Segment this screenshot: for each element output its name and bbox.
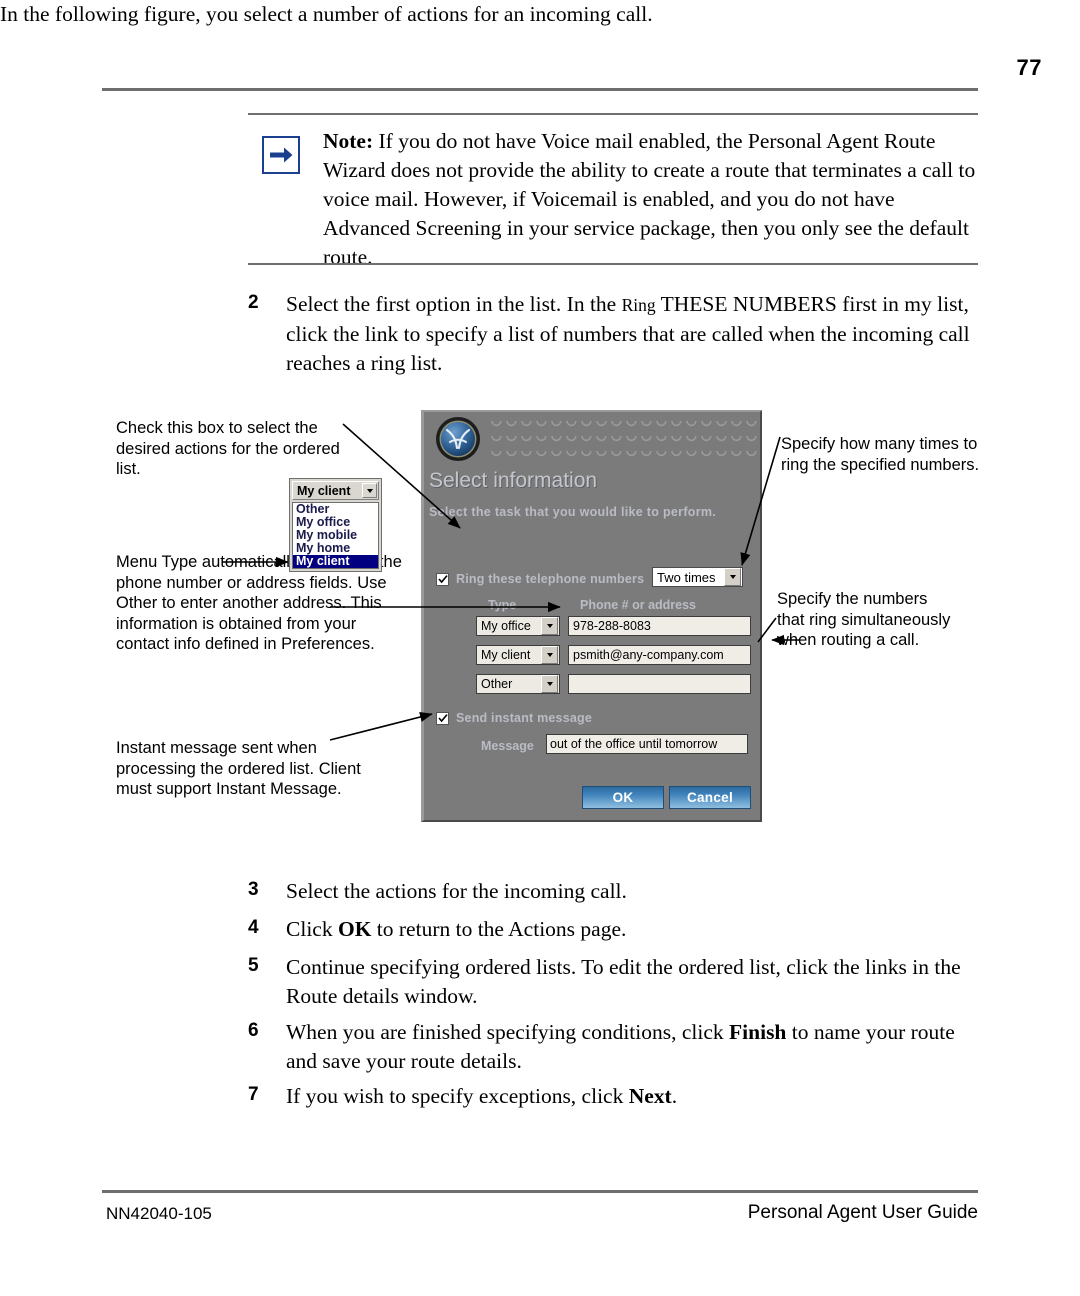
- ring-numbers-checkbox[interactable]: Ring these telephone numbers: [436, 572, 644, 586]
- contact-row: My office 978-288-8083: [476, 616, 751, 636]
- step-item-7: 7 If you wish to specify exceptions, cli…: [248, 1082, 978, 1111]
- ok-button[interactable]: OK: [582, 786, 664, 809]
- ring-times-value: Two times: [657, 569, 716, 585]
- step-number: 6: [248, 1020, 259, 1041]
- step-number: 3: [248, 879, 259, 900]
- row-address-input[interactable]: psmith@any-company.com: [568, 645, 751, 665]
- row-type-value: My client: [481, 648, 531, 662]
- note-bottom-divider: [248, 263, 978, 265]
- step-text: If you wish to specify exceptions, click…: [286, 1084, 678, 1108]
- dialog-title: Select information: [429, 469, 598, 492]
- note-body: If you do not have Voice mail enabled, t…: [323, 129, 976, 269]
- row-address-input[interactable]: 978-288-8083: [568, 616, 751, 636]
- type-option-my-client[interactable]: My client: [293, 555, 378, 568]
- checkmark-icon[interactable]: [436, 711, 449, 725]
- contact-row: My client psmith@any-company.com: [476, 645, 751, 665]
- callout-instant-message: Instant message sent when processing the…: [116, 739, 361, 798]
- step-item-3: 3 Select the actions for the incoming ca…: [248, 877, 978, 906]
- send-instant-message-label: Send instant message: [456, 711, 592, 725]
- step-number: 4: [248, 917, 259, 938]
- step-text: Click OK to return to the Actions page.: [286, 917, 627, 941]
- step-number: 2: [248, 292, 259, 313]
- step-item-5: 5 Continue specifying ordered lists. To …: [248, 953, 978, 1011]
- header-divider: [102, 88, 978, 91]
- row-type-value: Other: [481, 677, 513, 691]
- row-type-value: My office: [481, 619, 531, 633]
- chevron-down-icon[interactable]: [362, 483, 377, 498]
- footer-document-code: NN42040-105: [106, 1204, 212, 1223]
- nortel-globemark-logo: [434, 415, 482, 463]
- ring-numbers-label: Ring these telephone numbers: [456, 572, 645, 586]
- step-text: When you are finished specifying conditi…: [286, 1020, 955, 1073]
- step-item-2: 2 Select the first option in the list. I…: [248, 290, 978, 378]
- type-dropdown-value: My client: [297, 483, 351, 498]
- note-label: Note:: [323, 129, 374, 153]
- dialog-banner: [424, 412, 760, 470]
- chevron-down-icon[interactable]: [724, 568, 741, 586]
- message-input[interactable]: out of the office until tomorrow: [546, 734, 748, 754]
- select-information-dialog: Select information Select the task that …: [421, 410, 762, 822]
- footer-divider: [102, 1190, 978, 1193]
- contact-row: Other: [476, 674, 751, 694]
- step-2-subtext: In the following figure, you select a nu…: [0, 2, 653, 26]
- note-top-divider: [248, 113, 978, 115]
- callout-ring-times: Specify how many times to ring the speci…: [781, 435, 980, 474]
- note-text: Note: If you do not have Voice mail enab…: [323, 127, 978, 272]
- step-item-6: 6 When you are finished specifying condi…: [248, 1018, 978, 1076]
- column-header-type: Type: [488, 598, 517, 612]
- row-address-input[interactable]: [568, 674, 751, 694]
- callout-check-box: Check this box to select the desired act…: [116, 419, 340, 478]
- footer-guide-title: Personal Agent User Guide: [747, 1202, 978, 1223]
- step-item-4: 4 Click OK to return to the Actions page…: [248, 915, 978, 944]
- callout-simultaneous: Specify the numbers that ring simultaneo…: [777, 590, 951, 649]
- send-instant-message-checkbox[interactable]: Send instant message: [436, 711, 592, 725]
- checkmark-icon[interactable]: [436, 572, 449, 586]
- type-dropdown-closed-value[interactable]: My client: [292, 481, 379, 500]
- column-header-phone: Phone # or address: [580, 598, 697, 612]
- cancel-button[interactable]: Cancel: [669, 786, 751, 809]
- banner-dot-pattern: [490, 418, 758, 462]
- row-type-select[interactable]: Other: [476, 674, 560, 694]
- page-number: 77: [1016, 55, 1042, 80]
- step-text: Select the actions for the incoming call…: [286, 879, 627, 903]
- type-dropdown-expanded[interactable]: My client Other My office My mobile My h…: [289, 478, 382, 572]
- row-type-select[interactable]: My office: [476, 616, 560, 636]
- step-text: Continue specifying ordered lists. To ed…: [286, 955, 961, 1008]
- chevron-down-icon[interactable]: [541, 675, 558, 693]
- ring-times-select[interactable]: Two times: [652, 567, 743, 587]
- right-arrow-icon: [262, 136, 300, 174]
- chevron-down-icon[interactable]: [541, 646, 558, 664]
- step-number: 7: [248, 1084, 259, 1105]
- row-type-select[interactable]: My client: [476, 645, 560, 665]
- step-number: 5: [248, 955, 259, 976]
- dialog-subtitle: Select the task that you would like to p…: [429, 505, 717, 519]
- message-label: Message: [481, 739, 534, 753]
- step-text: Select the first option in the list. In …: [286, 292, 970, 375]
- chevron-down-icon[interactable]: [541, 617, 558, 635]
- type-dropdown-options[interactable]: Other My office My mobile My home My cli…: [292, 502, 379, 569]
